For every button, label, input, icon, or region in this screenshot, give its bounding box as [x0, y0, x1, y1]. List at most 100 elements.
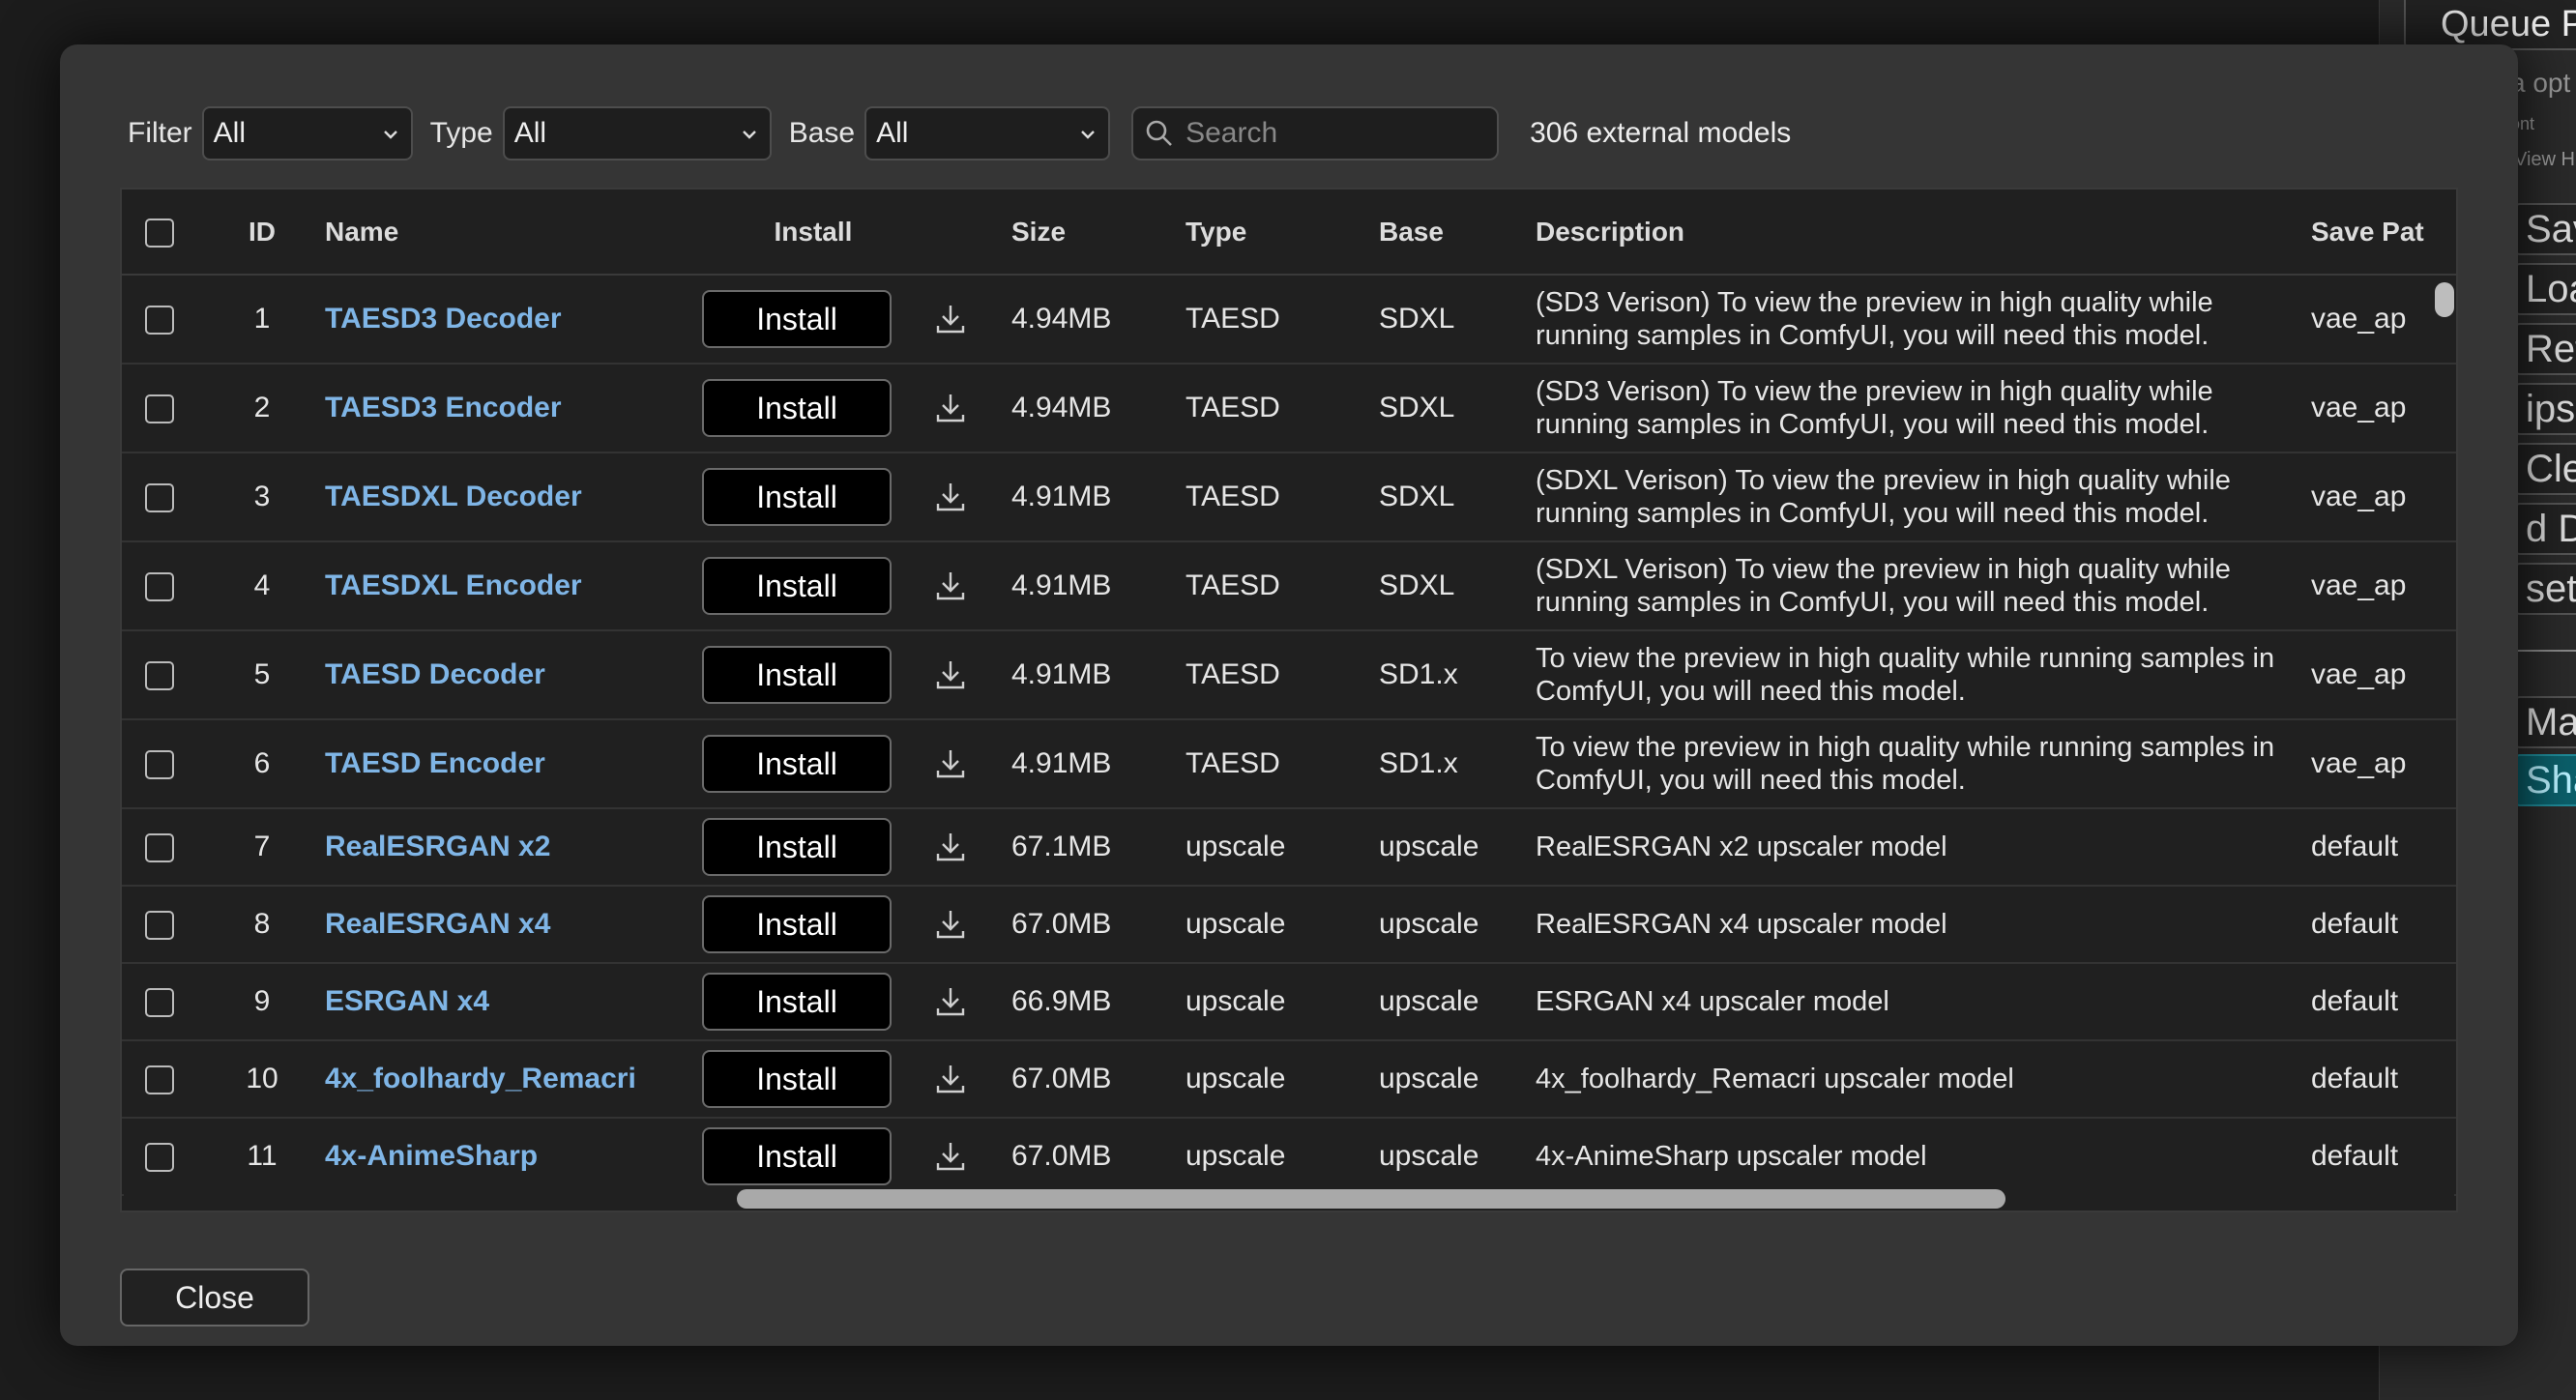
install-button[interactable]: Install: [702, 646, 892, 704]
view-history-link[interactable]: View Hi: [2514, 149, 2576, 171]
row-id: 11: [228, 1118, 296, 1196]
row-id: 10: [228, 1040, 296, 1119]
row-id: 7: [228, 808, 296, 887]
search-box[interactable]: [1131, 106, 1500, 160]
download-icon[interactable]: [934, 303, 967, 335]
row-base: SD1.x: [1379, 630, 1536, 720]
install-button[interactable]: Install: [702, 818, 892, 876]
row-base: upscale: [1379, 1118, 1536, 1196]
type-select[interactable]: All: [502, 106, 772, 160]
load-default-button[interactable]: d D: [2514, 503, 2576, 555]
model-name-link[interactable]: TAESDXL Decoder: [325, 481, 582, 512]
header-save-path[interactable]: Save Pat: [2311, 190, 2456, 276]
load-button[interactable]: Loa: [2514, 263, 2576, 315]
model-name-link[interactable]: 4x-AnimeSharp: [325, 1140, 538, 1172]
row-type: upscale: [1186, 1040, 1379, 1119]
row-checkbox[interactable]: [145, 394, 174, 424]
install-button[interactable]: Install: [702, 735, 892, 793]
reset-view-button[interactable]: set: [2514, 563, 2576, 615]
model-name-link[interactable]: TAESDXL Encoder: [325, 569, 582, 601]
download-icon[interactable]: [934, 908, 967, 941]
horizontal-scrollbar[interactable]: [124, 1185, 2454, 1210]
row-checkbox[interactable]: [145, 988, 174, 1018]
header-name[interactable]: Name: [296, 190, 702, 276]
row-type: upscale: [1186, 1118, 1379, 1196]
model-name-link[interactable]: RealESRGAN x4: [325, 908, 550, 940]
row-checkbox[interactable]: [145, 661, 174, 691]
install-button[interactable]: Install: [702, 973, 892, 1031]
row-checkbox[interactable]: [145, 750, 174, 780]
row-checkbox[interactable]: [145, 911, 174, 941]
download-icon[interactable]: [934, 392, 967, 424]
download-icon[interactable]: [934, 1140, 967, 1173]
row-save-path: vae_ap: [2311, 630, 2456, 720]
header-base[interactable]: Base: [1379, 190, 1536, 276]
row-checkbox[interactable]: [145, 572, 174, 602]
search-input[interactable]: [1184, 116, 1475, 151]
manager-button[interactable]: Mana: [2514, 696, 2576, 748]
row-id: 9: [228, 963, 296, 1041]
table-row: 9 ESRGAN x4 Install 66.9MB upscale upscale ESR…: [122, 963, 2456, 1041]
model-name-link[interactable]: TAESD Encoder: [325, 747, 545, 779]
install-button[interactable]: Install: [702, 379, 892, 437]
row-id: 4: [228, 541, 296, 631]
row-type: upscale: [1186, 963, 1379, 1041]
model-name-link[interactable]: TAESD3 Encoder: [325, 392, 562, 423]
header-size[interactable]: Size: [992, 190, 1186, 276]
row-description: RealESRGAN x4 upscaler model: [1536, 909, 1947, 940]
row-type: TAESD: [1186, 452, 1379, 542]
table-row: 1 TAESD3 Decoder Install 4.94MB TAESD SDXL (SD…: [122, 275, 2456, 365]
model-name-link[interactable]: ESRGAN x4: [325, 985, 489, 1017]
select-all-checkbox[interactable]: [145, 218, 174, 248]
filter-select[interactable]: All: [201, 106, 413, 160]
install-button[interactable]: Install: [702, 1127, 892, 1185]
download-icon[interactable]: [934, 1063, 967, 1095]
row-checkbox[interactable]: [145, 483, 174, 513]
header-install[interactable]: Install: [702, 190, 924, 276]
close-button[interactable]: Close: [120, 1269, 309, 1327]
row-description: (SDXL Verison) To view the preview in hi…: [1536, 554, 2231, 618]
row-description: To view the preview in high quality whil…: [1536, 732, 2275, 796]
row-checkbox[interactable]: [145, 306, 174, 335]
install-button[interactable]: Install: [702, 1050, 892, 1108]
row-base: SDXL: [1379, 541, 1536, 631]
install-button[interactable]: Install: [702, 557, 892, 615]
row-checkbox[interactable]: [145, 1143, 174, 1173]
install-button[interactable]: Install: [702, 895, 892, 953]
model-name-link[interactable]: TAESD3 Decoder: [325, 303, 562, 335]
clipspace-button[interactable]: ipsp: [2514, 383, 2576, 435]
download-icon[interactable]: [934, 658, 967, 691]
refresh-button[interactable]: Refr: [2514, 323, 2576, 375]
download-icon[interactable]: [934, 569, 967, 602]
row-checkbox[interactable]: [145, 1065, 174, 1095]
vertical-scrollbar-thumb[interactable]: [2435, 282, 2454, 317]
save-button[interactable]: Sav: [2514, 203, 2576, 255]
header-id[interactable]: ID: [228, 190, 296, 276]
download-icon[interactable]: [934, 481, 967, 513]
extra-options-label: a opt: [2510, 68, 2571, 98]
model-name-link[interactable]: 4x_foolhardy_Remacri: [325, 1063, 636, 1094]
queue-button[interactable]: Queue P: [2404, 0, 2576, 50]
download-icon[interactable]: [934, 985, 967, 1018]
header-description[interactable]: Description: [1536, 190, 2311, 276]
clear-button[interactable]: Cle: [2514, 443, 2576, 495]
header-type[interactable]: Type: [1186, 190, 1379, 276]
row-base: SD1.x: [1379, 719, 1536, 809]
download-icon[interactable]: [934, 831, 967, 863]
model-name-link[interactable]: RealESRGAN x2: [325, 831, 550, 862]
row-save-path: default: [2311, 1040, 2456, 1119]
models-table-container: ID Name Install Size Type Base Descripti…: [120, 188, 2458, 1212]
row-checkbox[interactable]: [145, 833, 174, 863]
row-description: (SD3 Verison) To view the preview in hig…: [1536, 287, 2213, 351]
row-size: 67.0MB: [992, 1040, 1186, 1119]
base-select[interactable]: All: [864, 106, 1111, 160]
table-row: 3 TAESDXL Decoder Install 4.91MB TAESD SDXL (S…: [122, 452, 2456, 542]
install-button[interactable]: Install: [702, 290, 892, 348]
download-icon[interactable]: [934, 747, 967, 780]
filter-select-value: All: [213, 117, 247, 149]
horizontal-scrollbar-thumb[interactable]: [737, 1189, 2005, 1209]
base-label: Base: [788, 117, 856, 149]
share-button[interactable]: Sha: [2514, 754, 2576, 806]
model-name-link[interactable]: TAESD Decoder: [325, 658, 545, 690]
install-button[interactable]: Install: [702, 468, 892, 526]
